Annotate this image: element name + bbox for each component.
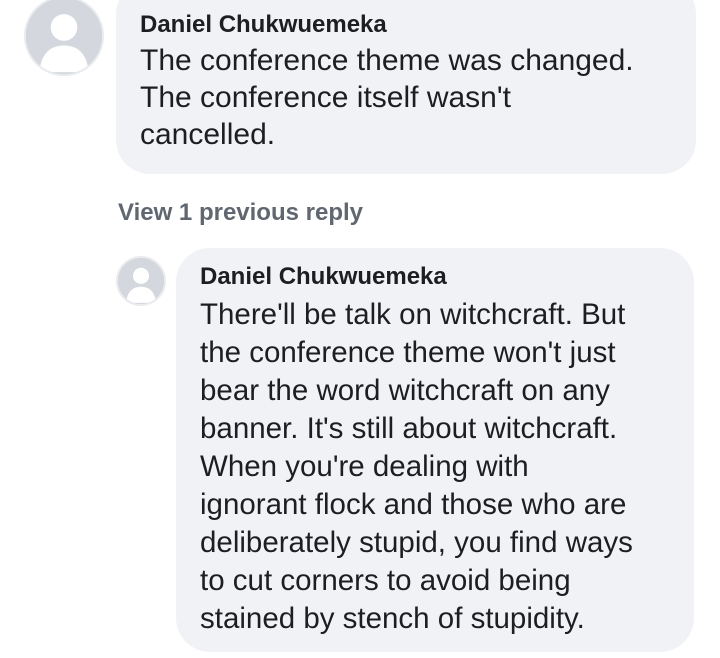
reply-text-line: bear the word witchcraft on any <box>200 374 610 407</box>
comment-text: The conference theme was changed. The co… <box>140 42 672 153</box>
reply-text-line: ignorant flock and those who are <box>200 488 627 521</box>
reply-author-name[interactable]: Daniel Chukwuemeka <box>200 262 670 292</box>
reply-text-line: to cut corners to avoid being <box>200 564 571 597</box>
comment-avatar[interactable] <box>24 0 104 76</box>
comment-author-name[interactable]: Daniel Chukwuemeka <box>140 10 672 40</box>
reply-text-line: When you're dealing with <box>200 450 529 483</box>
default-profile-icon <box>26 0 102 74</box>
default-profile-icon <box>118 258 164 304</box>
reply-text-line: There'll be talk on witchcraft. But <box>200 298 626 331</box>
reply-text-line: stained by stench of stupidity. <box>200 602 585 635</box>
comment-text-line: The conference theme was changed. <box>140 44 634 77</box>
view-previous-replies-link[interactable]: View 1 previous reply <box>118 199 363 227</box>
comment-text-line: cancelled. <box>140 118 276 151</box>
reply-text-line: banner. It's still about witchcraft. <box>200 412 618 445</box>
reply-text: There'll be talk on witchcraft. But the … <box>200 296 670 638</box>
reply-bubble: Daniel Chukwuemeka There'll be talk on w… <box>176 248 694 652</box>
reply-text-line: deliberately stupid, you find ways <box>200 526 633 559</box>
comment-text-line: The conference itself wasn't <box>140 81 511 114</box>
reply-avatar[interactable] <box>116 256 166 306</box>
reply-text-line: the conference theme won't just <box>200 336 616 369</box>
comment-bubble: Daniel Chukwuemeka The conference theme … <box>116 0 696 174</box>
